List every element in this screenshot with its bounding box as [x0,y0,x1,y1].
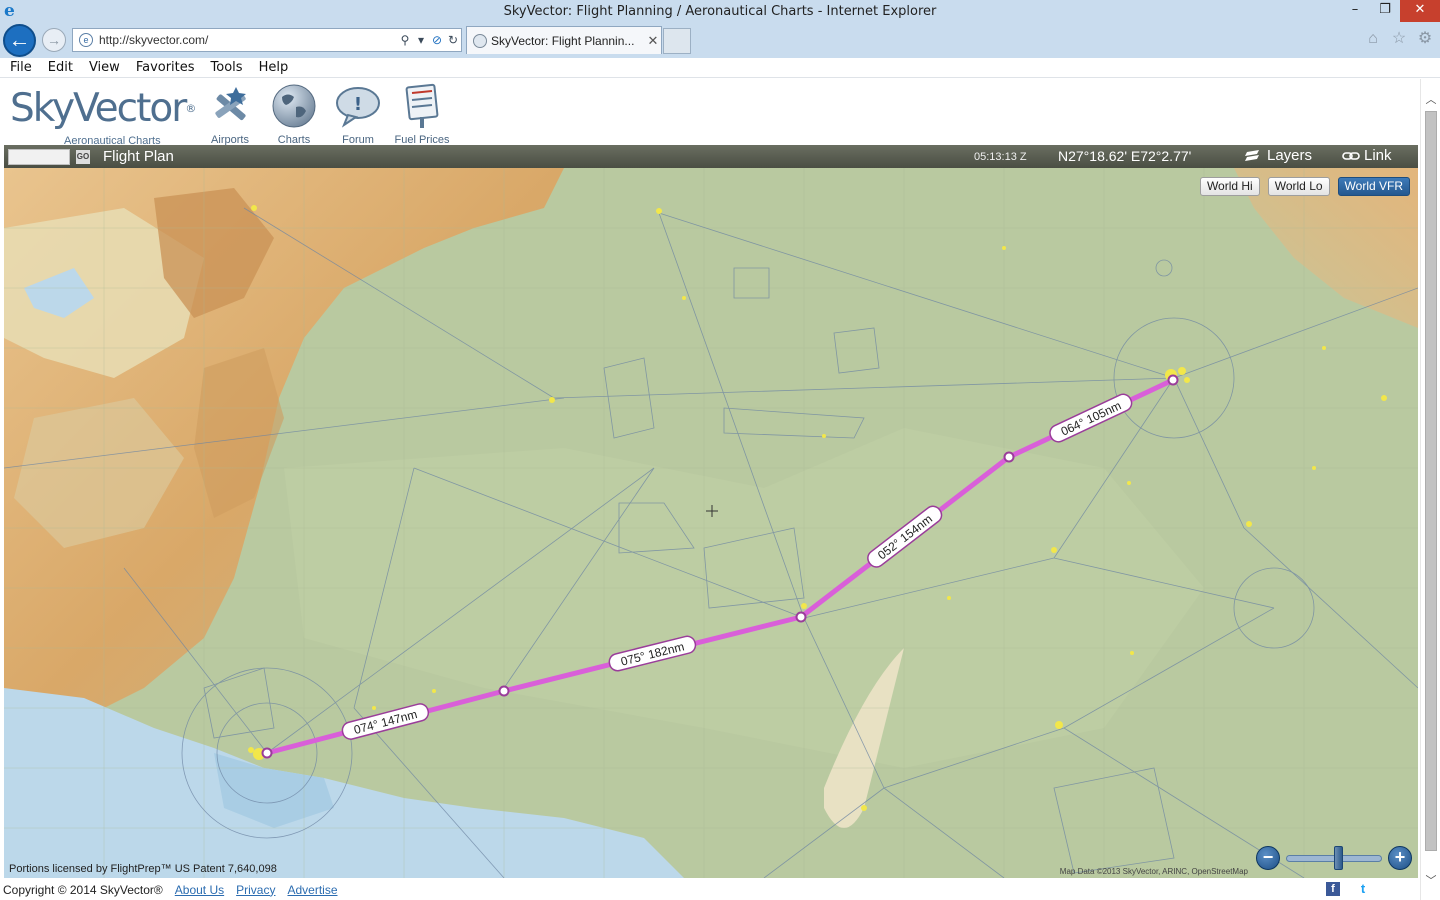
scrollbar-thumb[interactable] [1425,111,1437,851]
settings-gear-icon[interactable]: ⚙ [1416,30,1434,48]
twitter-icon[interactable]: t [1356,882,1370,896]
browser-toolbar-icons: ⌂ ☆ ⚙ [1364,30,1434,48]
advertise-link[interactable]: Advertise [287,883,337,897]
layers-button[interactable]: Layers [1245,147,1312,164]
route-waypoint[interactable] [261,747,273,759]
nav-charts[interactable]: Charts [262,83,326,146]
world-hi-button[interactable]: World Hi [1199,177,1260,196]
flight-plan-button[interactable]: Flight Plan [103,148,174,165]
menu-file[interactable]: File [10,60,32,75]
zoom-slider-handle[interactable] [1334,846,1343,870]
map-data-attribution: Map Data ©2013 SkyVector, ARINC, OpenStr… [1059,867,1248,876]
address-bar[interactable]: e http://skyvector.com/ ⚲ ▾ ⊘ ↻ [72,28,462,52]
scroll-up-arrow-icon[interactable]: ︿ [1424,91,1438,106]
url-text[interactable]: http://skyvector.com/ [99,33,397,47]
about-us-link[interactable]: About Us [175,883,224,897]
tab-label: SkyVector: Flight Plannin... [491,33,635,48]
restore-icon[interactable]: ❐ [1370,0,1400,22]
route-line [266,377,1175,756]
speech-bubble-icon: ! [336,87,380,128]
link-label: Link [1364,147,1392,164]
browser-nav-row: ← → e http://skyvector.com/ ⚲ ▾ ⊘ ↻ SkyV… [0,22,1440,58]
refresh-icon[interactable]: ↻ [445,33,461,47]
cursor-coordinates: N27°18.62' E72°2.77' [1058,148,1192,164]
copyright-text: Copyright © 2014 SkyVector® [3,882,163,897]
site-nav: Airports Charts ! Forum Fuel Prices [198,83,454,146]
dropdown-icon[interactable]: ▾ [413,33,429,47]
flight-plan-bar: GO Flight Plan 05:13:13 Z N27°18.62' E72… [4,145,1418,168]
favorites-star-icon[interactable]: ☆ [1390,30,1408,48]
minimize-icon[interactable]: – [1340,0,1370,22]
route-leg-label[interactable]: 075° 182nm [608,635,697,673]
license-text: Portions licensed by FlightPrep™ US Pate… [9,863,277,875]
go-button[interactable]: GO [76,149,90,164]
window-title-bar: e SkyVector: Flight Planning / Aeronauti… [0,0,1440,22]
chart-type-buttons: World Hi World Lo World VFR [1199,177,1410,196]
zoom-control: − + [1256,844,1412,872]
stop-icon[interactable]: ⊘ [429,33,445,47]
nav-forum[interactable]: ! Forum [326,83,390,146]
zoom-in-button[interactable]: + [1388,846,1412,870]
window-controls: – ❐ ✕ [1340,0,1440,22]
social-links: f t [1326,882,1370,896]
flight-route: 074° 147nm 075° 182nm 052° 154nm 064° 105nm [261,374,1179,759]
route-waypoint[interactable] [1167,374,1179,386]
window-title: SkyVector: Flight Planning / Aeronautica… [503,3,937,19]
back-button[interactable]: ← [3,24,36,57]
utc-time: 05:13:13 Z [974,151,1027,163]
brand-name: SkyVector [10,86,187,131]
menu-edit[interactable]: Edit [48,60,73,75]
home-icon[interactable]: ⌂ [1364,30,1382,48]
forward-button[interactable]: → [42,28,66,52]
skyvector-logo[interactable]: SkyVector® Aeronautical Charts [10,86,197,148]
layers-icon [1245,149,1259,161]
menu-favorites[interactable]: Favorites [136,60,195,75]
nav-airports[interactable]: Airports [198,83,262,146]
zoom-out-button[interactable]: − [1256,846,1280,870]
menu-bar: File Edit View Favorites Tools Help [0,58,1440,78]
route-waypoint[interactable] [795,611,807,623]
privacy-link[interactable]: Privacy [236,883,275,897]
new-tab-button[interactable] [663,28,691,54]
menu-view[interactable]: View [89,60,120,75]
browser-tab[interactable]: SkyVector: Flight Plannin... ✕ [466,26,662,54]
aeronautical-map[interactable]: 074° 147nm 075° 182nm 052° 154nm 064° 105nm… [4,168,1418,878]
facebook-icon[interactable]: f [1326,882,1340,896]
layers-label: Layers [1267,147,1313,164]
close-icon[interactable]: ✕ [1400,0,1440,22]
flight-plan-input[interactable] [8,148,70,165]
fuel-sign-icon [405,83,439,128]
page-footer: Copyright © 2014 SkyVector® About Us Pri… [0,879,1420,900]
route-waypoint[interactable] [498,685,510,697]
internet-explorer-icon: e [4,1,15,21]
link-button[interactable]: Link [1342,147,1392,164]
menu-help[interactable]: Help [259,60,289,75]
menu-tools[interactable]: Tools [211,60,243,75]
route-leg-label[interactable]: 074° 147nm [341,702,430,741]
globe-icon [272,84,316,128]
page-icon: e [79,33,93,47]
svg-text:075° 182nm: 075° 182nm [619,639,685,668]
scroll-down-arrow-icon[interactable]: ﹀ [1424,872,1438,887]
tab-close-icon[interactable]: ✕ [645,33,661,49]
svg-text:!: ! [354,94,362,115]
world-lo-button[interactable]: World Lo [1267,177,1330,196]
world-vfr-button[interactable]: World VFR [1337,177,1410,196]
page-scrollbar[interactable]: ︿ ﹀ [1420,79,1440,900]
airport-icon [215,87,246,121]
site-header: SkyVector® Aeronautical Charts Airports … [0,79,1420,148]
tab-favicon [473,33,487,48]
link-icon [1342,151,1360,160]
svg-text:074° 147nm: 074° 147nm [352,707,418,737]
route-leg-label[interactable]: 052° 154nm [865,503,945,570]
search-icon[interactable]: ⚲ [397,33,413,47]
svg-text:052° 154nm: 052° 154nm [875,512,935,563]
route-leg-label[interactable]: 064° 105nm [1047,392,1134,445]
nav-fuel-prices[interactable]: Fuel Prices [390,83,454,146]
route-waypoint[interactable] [1003,451,1015,463]
registered-mark: ® [185,102,197,115]
